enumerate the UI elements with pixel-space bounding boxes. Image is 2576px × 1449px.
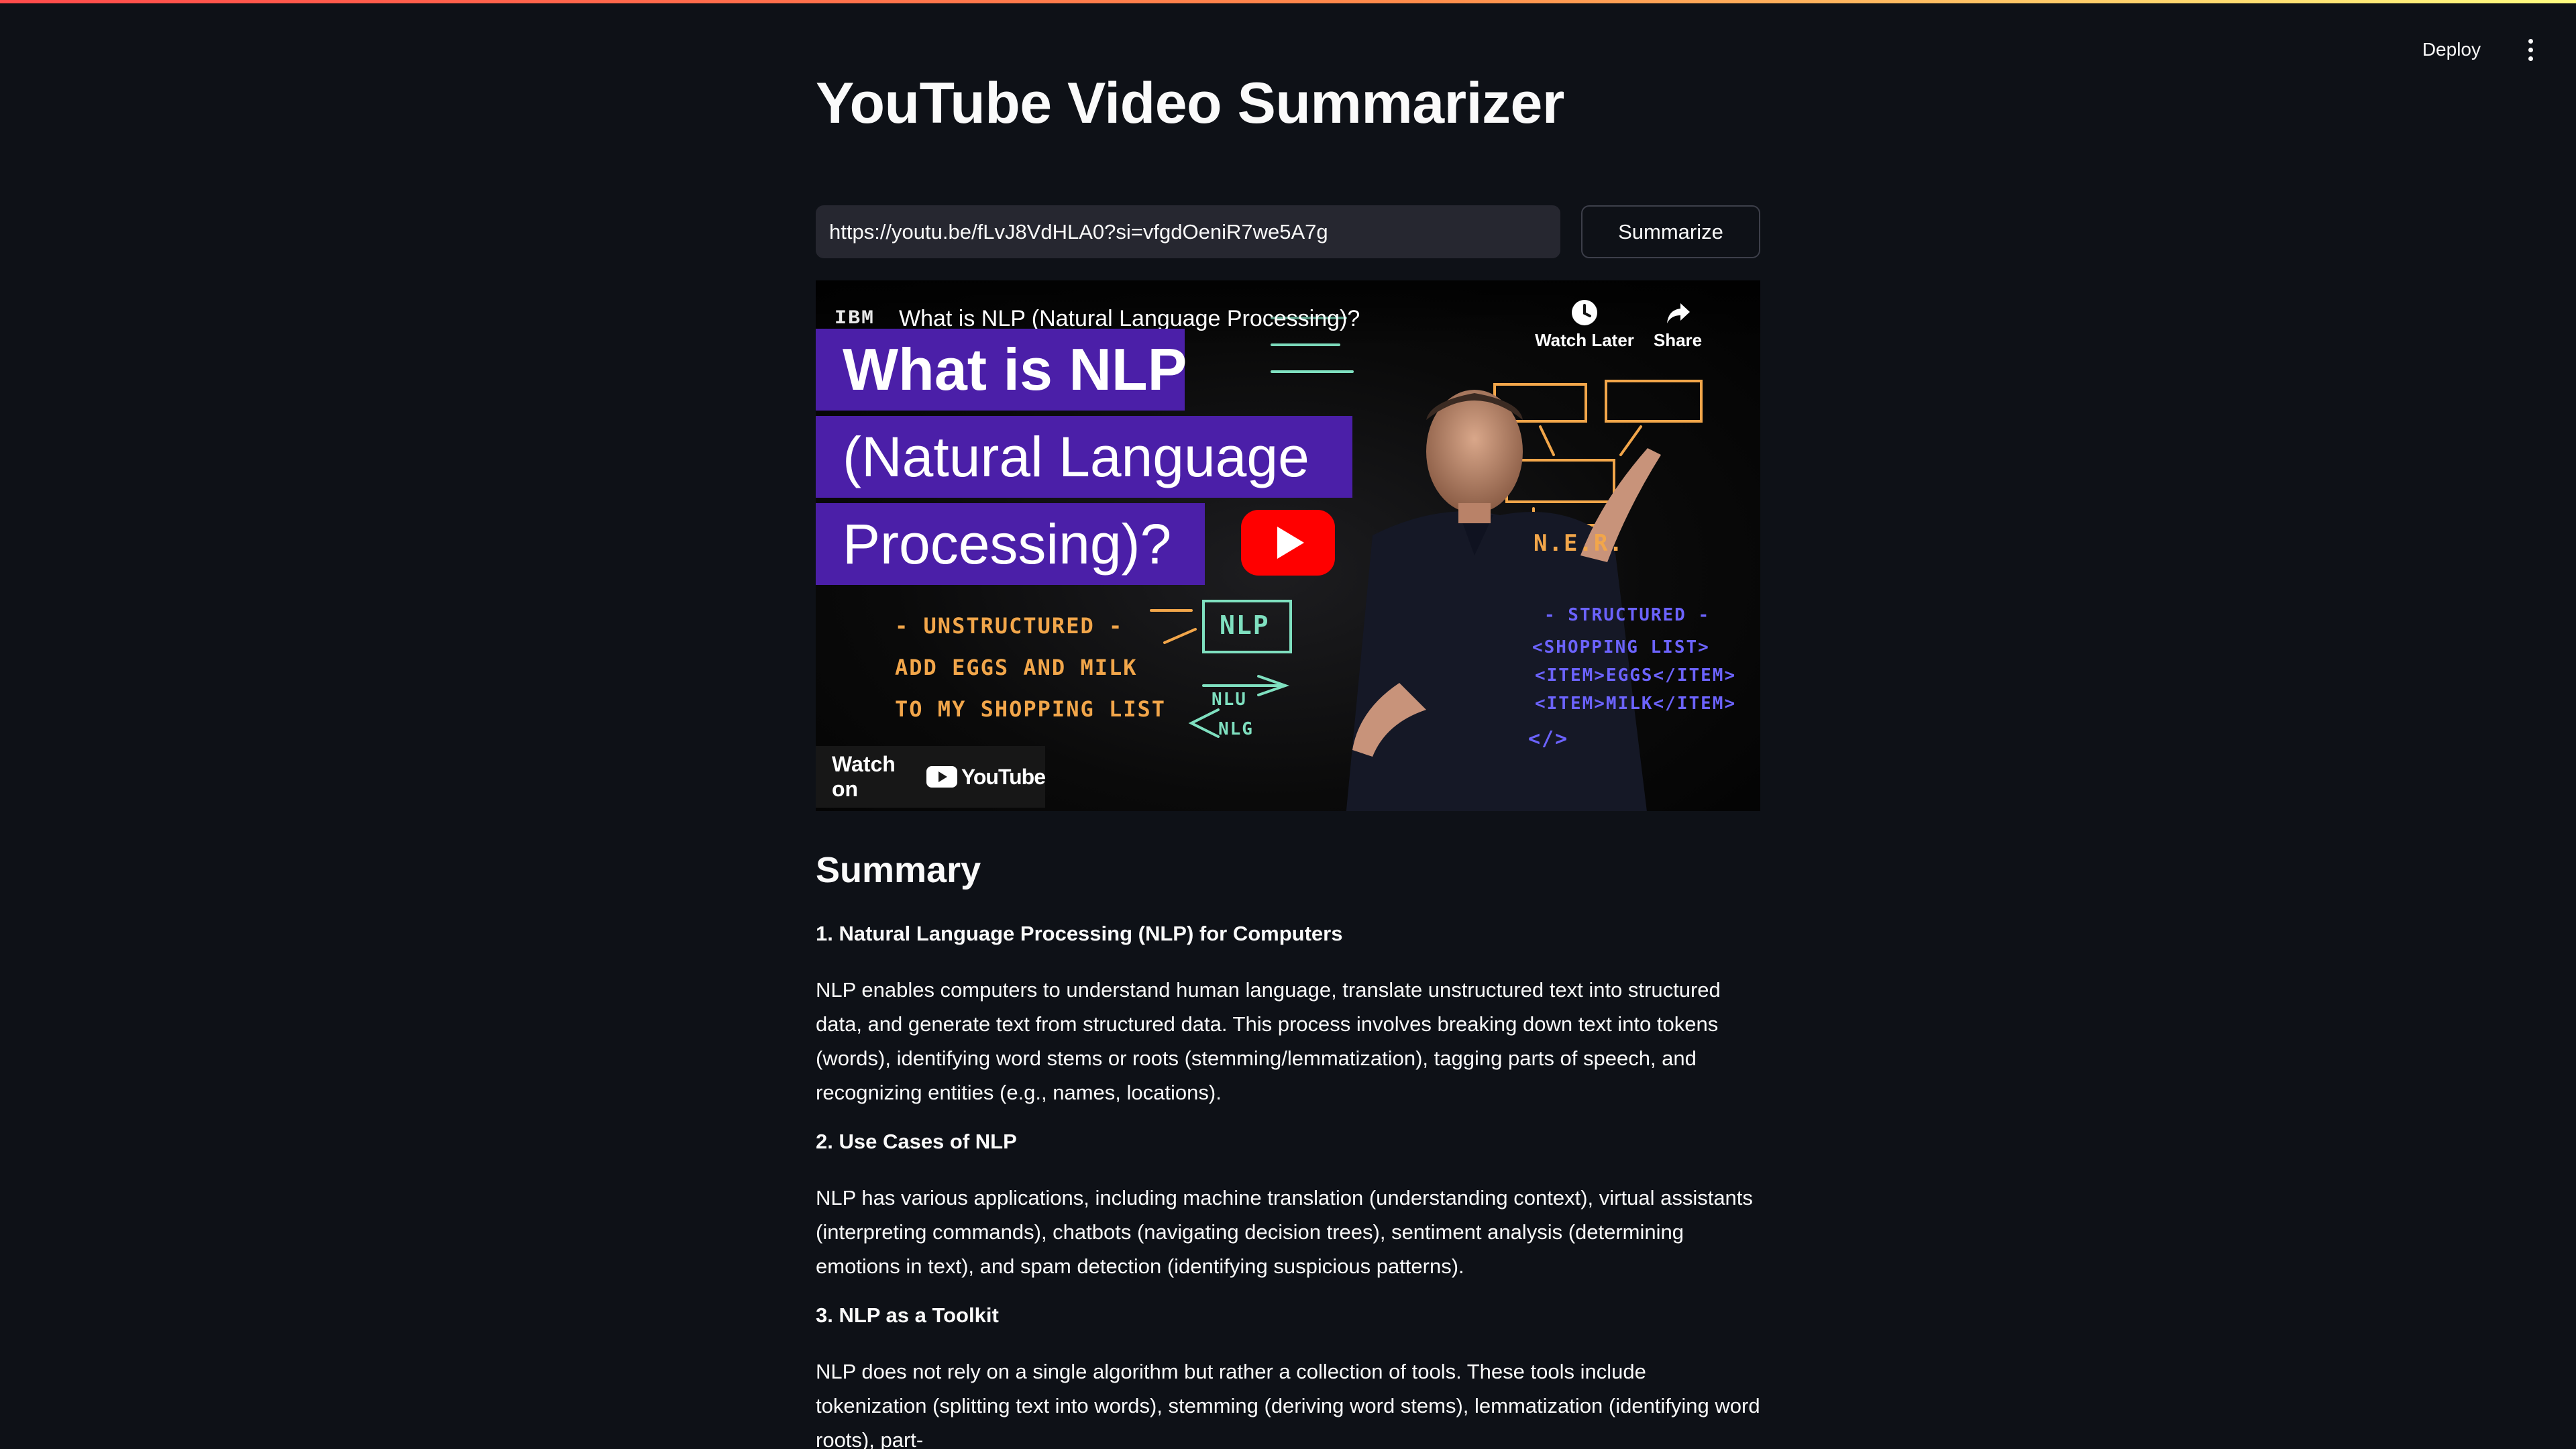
chalk-text: TO MY SHOPPING LIST [895, 696, 1167, 722]
share-label: Share [1653, 330, 1703, 350]
menu-dot [2528, 38, 2533, 44]
watch-on-youtube-button[interactable]: Watch on YouTube [816, 746, 1046, 808]
thumbnail-banner-line: Processing)? [816, 503, 1205, 585]
watch-on-label: Watch on [832, 752, 896, 801]
presenter-figure [1346, 390, 1661, 811]
thumbnail-banner-line: What is NLP [816, 329, 1187, 411]
thumbnail-banner-line: (Natural Language [816, 416, 1352, 498]
summarize-button[interactable]: Summarize [1581, 205, 1760, 258]
chalk-text: <ITEM>MILK</ITEM> [1535, 694, 1737, 714]
share-icon [1667, 303, 1690, 323]
summary-item-body: NLP has various applications, including … [816, 1186, 1753, 1278]
chalk-text: ADD EGGS AND MILK [895, 655, 1138, 680]
toolbar: Deploy [2412, 32, 2544, 67]
share-button[interactable]: Share [1648, 298, 1708, 351]
summary-item-title: 2. Use Cases of NLP [816, 1130, 1017, 1153]
chalk-text: NLU [1212, 690, 1247, 710]
summary-item-title: 1. Natural Language Processing (NLP) for… [816, 922, 1343, 945]
summary-heading: Summary [816, 850, 981, 890]
chalk-text: - UNSTRUCTURED - [895, 613, 1124, 639]
chalk-text: </> [1528, 727, 1569, 751]
play-button[interactable] [1241, 510, 1335, 576]
summary-content: 1. Natural Language Processing (NLP) for… [816, 919, 1760, 1449]
deploy-button[interactable]: Deploy [2412, 32, 2491, 67]
summary-item-body: NLP enables computers to understand huma… [816, 978, 1721, 1104]
chalk-text: NLP [1220, 610, 1270, 640]
summary-item-title: 3. NLP as a Toolkit [816, 1303, 999, 1327]
video-url-input[interactable] [816, 205, 1560, 258]
app-root: Deploy YouTube Video Summarizer Summariz… [0, 0, 2576, 1449]
menu-dot [2528, 47, 2533, 52]
youtube-embed[interactable]: IBM What is NLP (Natural Language Proces… [816, 280, 1760, 811]
header-decoration-bar [0, 0, 2576, 3]
menu-dot [2528, 56, 2533, 61]
chalk-text: <SHOPPING LIST> [1532, 637, 1710, 657]
page-title: YouTube Video Summarizer [816, 71, 1564, 136]
youtube-logo: YouTube [926, 764, 1046, 790]
youtube-wordmark: YouTube [961, 764, 1046, 789]
watch-later-button[interactable]: Watch Later [1535, 298, 1634, 351]
chalk-text: <ITEM>EGGS</ITEM> [1535, 665, 1737, 686]
chalk-text: NLG [1218, 719, 1254, 739]
summary-item-body: NLP does not rely on a single algorithm … [816, 1360, 1760, 1449]
chalk-text: N.E.R. [1534, 530, 1624, 557]
watch-later-label: Watch Later [1535, 330, 1634, 350]
kebab-menu-icon[interactable] [2517, 32, 2544, 67]
clock-icon [1572, 300, 1597, 325]
ibm-logo[interactable]: IBM [835, 307, 875, 330]
play-icon [1277, 527, 1304, 559]
chalk-text: - STRUCTURED - [1544, 605, 1711, 625]
youtube-play-icon [926, 766, 957, 788]
